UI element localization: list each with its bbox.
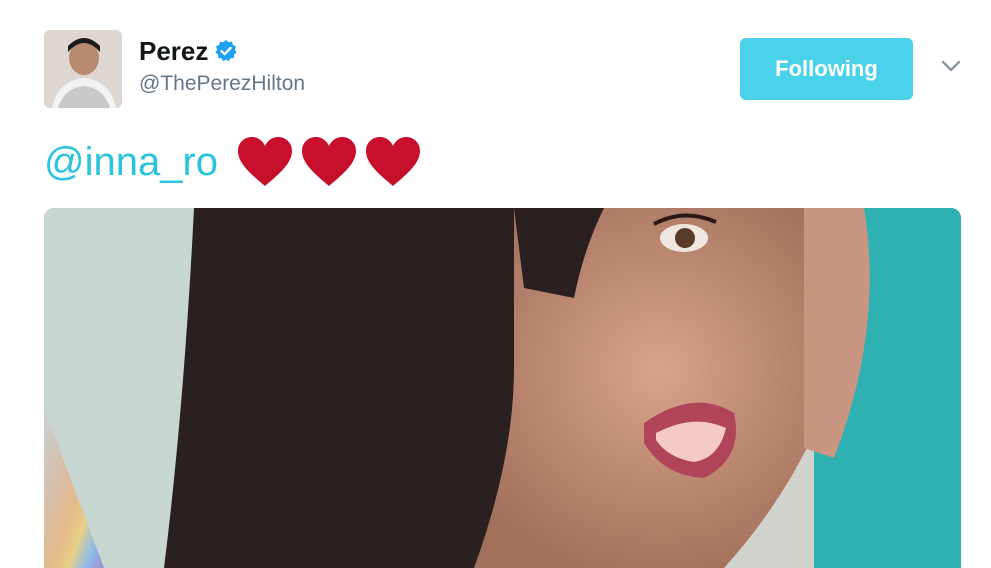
tweet-photo[interactable] <box>44 208 961 568</box>
mention-link[interactable]: @inna_ro <box>44 140 218 185</box>
author-display-name[interactable]: Perez <box>139 34 208 68</box>
author-name-row[interactable]: Perez <box>139 34 238 68</box>
photo-content-icon <box>44 208 961 568</box>
heart-icon <box>238 137 293 186</box>
chevron-down-icon[interactable] <box>940 58 962 74</box>
heart-icon <box>302 137 357 186</box>
following-button[interactable]: Following <box>740 38 913 100</box>
avatar[interactable] <box>44 30 122 108</box>
hearts-emoji <box>236 136 422 188</box>
tweet-text: @inna_ro <box>44 132 422 192</box>
avatar-photo-icon <box>44 30 122 108</box>
heart-icon <box>366 137 421 186</box>
verified-badge-icon <box>215 40 237 62</box>
author-handle[interactable]: @ThePerezHilton <box>139 72 305 96</box>
